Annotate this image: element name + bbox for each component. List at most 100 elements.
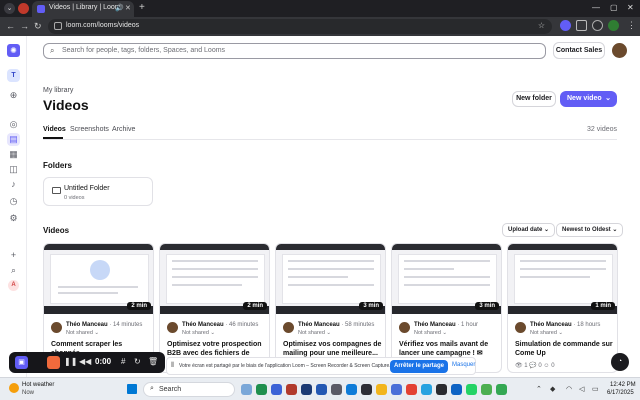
- stop-recording-button[interactable]: [47, 356, 60, 369]
- video-thumbnail[interactable]: 3 min: [392, 244, 501, 314]
- profile-icon[interactable]: [18, 3, 29, 14]
- speaker-icon[interactable]: 🔊: [115, 4, 124, 12]
- stop-sharing-button[interactable]: Arrêter le partage: [390, 360, 448, 373]
- close-tab-icon[interactable]: ✕: [125, 4, 131, 12]
- folder-card[interactable]: Untitled Folder 0 videos: [43, 177, 153, 206]
- wifi-icon[interactable]: ◠: [566, 385, 572, 393]
- video-card[interactable]: 3 min Théo Manceau · 1 hour Not shared ⌄…: [391, 243, 502, 373]
- video-thumbnail[interactable]: 2 min: [44, 244, 153, 314]
- app-icon-settings[interactable]: [331, 384, 342, 395]
- app-icon-edge[interactable]: [346, 384, 357, 395]
- app-icon-chrome-profile[interactable]: [481, 384, 492, 395]
- new-video-button[interactable]: New video ⌄: [560, 91, 617, 107]
- share-status[interactable]: Not shared ⌄: [298, 330, 331, 336]
- app-icon-outlook[interactable]: [451, 384, 462, 395]
- sort-field-dropdown[interactable]: Upload date ⌄: [502, 223, 556, 237]
- notifications-icon[interactable]: ♪: [7, 178, 20, 191]
- video-title[interactable]: Vérifiez vos mails avant de lancer une c…: [399, 340, 499, 358]
- video-card[interactable]: 2 min Théo Manceau · 46 minutes Not shar…: [159, 243, 270, 373]
- help-chat-icon[interactable]: ◔: [611, 353, 629, 371]
- share-status[interactable]: Not shared ⌄: [414, 330, 447, 336]
- app-icon-whatsapp[interactable]: [466, 384, 477, 395]
- user-avatar[interactable]: [612, 43, 627, 58]
- share-status[interactable]: Not shared ⌄: [530, 330, 563, 336]
- search-icon[interactable]: ⌕: [7, 264, 20, 277]
- tray-app-icon[interactable]: ◆: [550, 385, 555, 393]
- app-icon-telegram[interactable]: [421, 384, 432, 395]
- tab-videos[interactable]: Videos: [43, 126, 66, 133]
- bookmark-star-icon[interactable]: ☆: [538, 21, 545, 30]
- sidebar-icon[interactable]: [592, 20, 603, 31]
- video-thumbnail[interactable]: 3 min: [276, 244, 385, 314]
- tab-archive[interactable]: Archive: [112, 126, 135, 133]
- app-icon-widgets[interactable]: [241, 384, 252, 395]
- video-card[interactable]: 3 min Théo Manceau · 58 minutes Not shar…: [275, 243, 386, 373]
- account-avatar[interactable]: A: [8, 280, 19, 291]
- forward-icon[interactable]: →: [20, 21, 29, 31]
- video-thumbnail[interactable]: 2 min: [160, 244, 269, 314]
- taskbar-search[interactable]: ⌕ Search: [143, 382, 235, 397]
- calendar-icon[interactable]: ▦: [7, 148, 20, 161]
- spaces-icon[interactable]: ◫: [7, 163, 20, 176]
- windows-start-icon[interactable]: [127, 384, 137, 394]
- tray-chevron-icon[interactable]: ⌃: [536, 385, 542, 393]
- loom-extension-icon[interactable]: [560, 20, 571, 31]
- app-icon-explorer[interactable]: [376, 384, 387, 395]
- app-icon-word[interactable]: [316, 384, 327, 395]
- maximize-icon[interactable]: ▢: [610, 3, 618, 12]
- video-card[interactable]: 1 min Théo Manceau · 18 hours Not shared…: [507, 243, 618, 373]
- share-status[interactable]: Not shared ⌄: [182, 330, 215, 336]
- video-thumbnail[interactable]: 1 min: [508, 244, 617, 314]
- tab-search-icon[interactable]: ⌄: [4, 3, 15, 14]
- new-tab-icon[interactable]: +: [139, 2, 145, 13]
- sort-order-dropdown[interactable]: Newest to Oldest ⌄: [556, 223, 624, 237]
- delete-trash-icon[interactable]: 🗑: [148, 357, 158, 366]
- video-title[interactable]: Simulation de commande sur Come Up: [515, 340, 615, 358]
- browser-menu-icon[interactable]: ⋮: [627, 20, 636, 31]
- profile-avatar-icon[interactable]: [608, 20, 619, 31]
- video-title[interactable]: Optimisez vos compagnes de mailing pour …: [283, 340, 383, 358]
- site-info-icon[interactable]: [54, 22, 62, 30]
- history-icon[interactable]: ◷: [7, 195, 20, 208]
- app-icon-excel[interactable]: [256, 384, 267, 395]
- weather-title[interactable]: Hot weather: [22, 382, 54, 388]
- app-icon-teams[interactable]: [271, 384, 282, 395]
- volume-icon[interactable]: ◁: [579, 385, 584, 393]
- draw-grid-icon[interactable]: #: [121, 357, 125, 366]
- settings-gear-icon[interactable]: ⚙: [7, 212, 20, 225]
- browser-tab-active[interactable]: Videos | Library | Loom 🔊 ✕: [32, 1, 134, 17]
- add-user-icon[interactable]: ⊕: [7, 89, 20, 102]
- app-icon-photoshop[interactable]: [301, 384, 312, 395]
- app-icon-terminal[interactable]: [361, 384, 372, 395]
- app-icon-store[interactable]: [391, 384, 402, 395]
- address-bar[interactable]: loom.com/looms/videos ☆: [48, 19, 552, 34]
- weather-sun-icon[interactable]: [9, 383, 19, 393]
- add-icon[interactable]: +: [7, 249, 20, 262]
- reload-icon[interactable]: ↻: [34, 21, 42, 32]
- clock-time[interactable]: 12:42 PM: [610, 382, 636, 388]
- loom-logo-icon[interactable]: ✺: [7, 44, 20, 57]
- home-icon[interactable]: ◎: [7, 118, 20, 131]
- minimize-icon[interactable]: —: [592, 3, 600, 12]
- search-input[interactable]: ⌕ Search for people, tags, folders, Spac…: [43, 43, 546, 59]
- battery-icon[interactable]: ▭: [592, 385, 599, 393]
- share-status[interactable]: Not shared ⌄: [66, 330, 99, 336]
- app-icon-notion[interactable]: [436, 384, 447, 395]
- breadcrumb[interactable]: My library: [43, 87, 73, 94]
- library-icon[interactable]: ▤: [7, 133, 20, 146]
- new-folder-button[interactable]: New folder: [512, 91, 556, 107]
- app-icon-powerpoint[interactable]: [286, 384, 297, 395]
- extensions-puzzle-icon[interactable]: [576, 20, 587, 31]
- close-window-icon[interactable]: ✕: [627, 3, 634, 12]
- hide-banner-link[interactable]: Masquer: [452, 362, 475, 368]
- pause-icon[interactable]: ❚❚: [64, 357, 77, 366]
- restart-icon[interactable]: ↻: [134, 357, 141, 366]
- tab-screenshots[interactable]: Screenshots: [70, 126, 109, 133]
- app-icon-chrome-active[interactable]: [496, 384, 507, 395]
- workspace-avatar[interactable]: T: [7, 69, 20, 82]
- contact-sales-button[interactable]: Contact Sales: [553, 42, 605, 59]
- app-icon-chrome[interactable]: [406, 384, 417, 395]
- rewind-icon[interactable]: ◀◀: [79, 357, 91, 366]
- camera-icon[interactable]: ▣: [15, 356, 28, 369]
- back-icon[interactable]: ←: [6, 21, 15, 31]
